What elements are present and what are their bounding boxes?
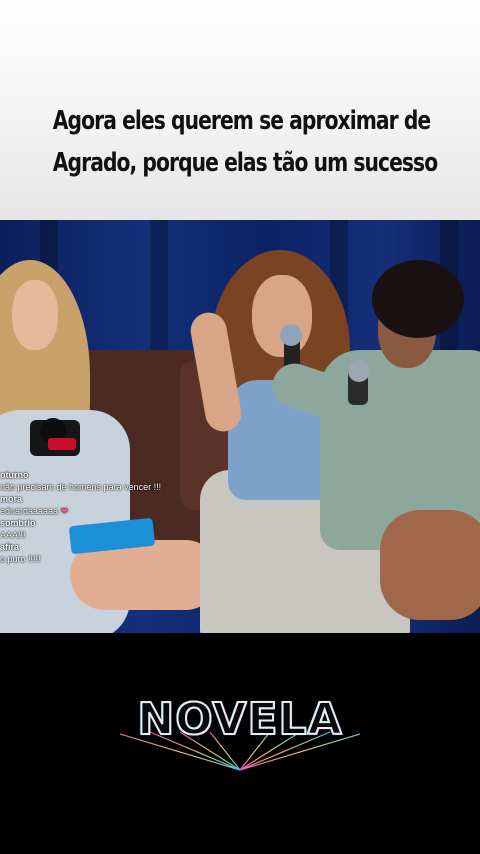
caption-line-1: Agora eles querem se aproximar de (52, 106, 431, 136)
chat-message: oturno não precisam de homens para vence… (0, 470, 240, 493)
microphone-logo (48, 438, 76, 450)
heart-icon: ❤ (60, 505, 69, 516)
microphone-head (280, 324, 302, 346)
singer-face (252, 275, 312, 357)
chat-username: mora (0, 494, 23, 504)
chat-message: sombrio AAA!!! (0, 518, 240, 541)
logo-text: NOVELA (136, 693, 343, 746)
chat-text: o puro !!!!! (0, 553, 41, 564)
microphone-head (348, 360, 370, 382)
chat-username: sombrio (0, 518, 36, 528)
chat-text: não precisam de homens para vencer !!! (0, 481, 162, 492)
chat-username: afira (0, 542, 20, 552)
chat-message: mora eduardaaaaaa ❤ (0, 494, 240, 517)
live-chat-overlay: oturno não precisam de homens para vence… (0, 470, 240, 566)
guest-hair (372, 260, 464, 338)
novela-logo: NOVELA (110, 693, 370, 784)
chat-text: AAA!!! (0, 529, 26, 540)
chat-text: eduardaaaaaa ❤ (0, 505, 69, 516)
video-frame[interactable]: oturno não precisam de homens para vence… (0, 220, 480, 633)
caption-text: Agora eles querem se aproximar de Agrado… (52, 100, 438, 184)
guest-legs (380, 510, 480, 620)
chat-message: afira o puro !!!!! (0, 542, 240, 565)
chat-username: oturno (0, 470, 29, 480)
interviewer-face (12, 280, 58, 350)
caption-line-2: Agrado, porque elas tão um sucesso (52, 148, 438, 178)
